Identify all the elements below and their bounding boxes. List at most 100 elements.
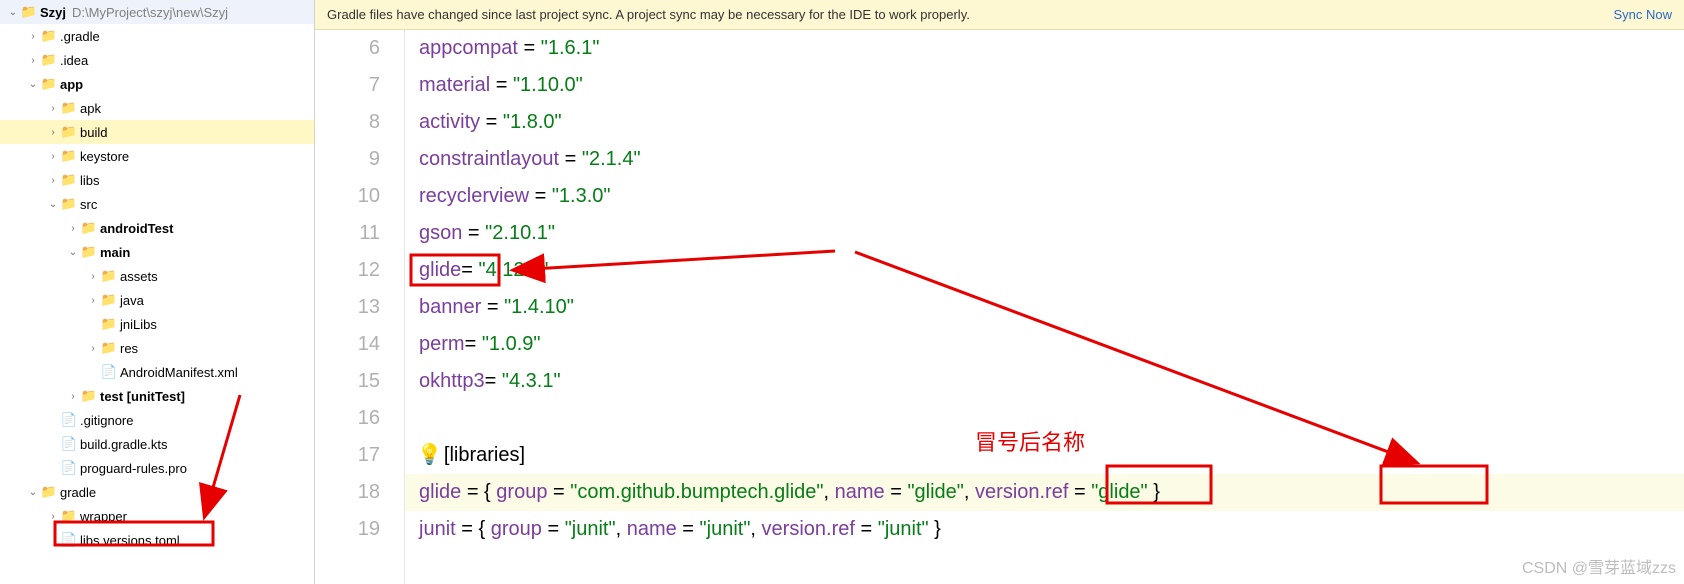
tree-item-androidmanifest-xml[interactable]: 📄AndroidManifest.xml: [0, 360, 314, 384]
tree-item-libs-versions-toml[interactable]: 📄libs.versions.toml: [0, 528, 314, 552]
tree-item-jnilibs[interactable]: 📁jniLibs: [0, 312, 314, 336]
code-line-13[interactable]: banner = "1.4.10": [405, 289, 1684, 326]
folder-y-icon: 📁: [60, 124, 78, 140]
tree-item-gradle[interactable]: ⌄📁gradle: [0, 480, 314, 504]
line-number: 19: [315, 511, 380, 548]
tree-item-app[interactable]: ⌄📁app: [0, 72, 314, 96]
expand-arrow-icon[interactable]: ⌄: [26, 79, 40, 90]
tree-item-main[interactable]: ⌄📁main: [0, 240, 314, 264]
tree-item--idea[interactable]: ›📁.idea: [0, 48, 314, 72]
token-str: "2.1.4": [582, 148, 641, 170]
tree-item-proguard-rules-pro[interactable]: 📄proguard-rules.pro: [0, 456, 314, 480]
code-line-16[interactable]: [405, 400, 1684, 437]
code-line-15[interactable]: okhttp3= "4.3.1": [405, 363, 1684, 400]
tree-label: androidTest: [98, 221, 173, 236]
tree-item-test-unittest-[interactable]: ›📁test [unitTest]: [0, 384, 314, 408]
expand-arrow-icon[interactable]: ⌄: [26, 487, 40, 498]
line-number: 10: [315, 178, 380, 215]
code-line-7[interactable]: material = "1.10.0": [405, 67, 1684, 104]
expand-arrow-icon[interactable]: ›: [86, 343, 100, 354]
code-line-11[interactable]: gson = "2.10.1": [405, 215, 1684, 252]
code-line-10[interactable]: recyclerview = "1.3.0": [405, 178, 1684, 215]
tree-item-src[interactable]: ⌄📁src: [0, 192, 314, 216]
line-number: 18: [315, 474, 380, 511]
tree-item-keystore[interactable]: ›📁keystore: [0, 144, 314, 168]
folder-ap-icon: 📁: [40, 76, 58, 92]
tree-label: build: [78, 125, 107, 140]
tree-item-wrapper[interactable]: ›📁wrapper: [0, 504, 314, 528]
tree-label: src: [78, 197, 97, 212]
token-op: }: [1148, 481, 1160, 503]
folder-icon: 📁: [100, 316, 118, 332]
expand-arrow-icon[interactable]: ›: [86, 295, 100, 306]
token-str: "com.github.bumptech.glide": [570, 481, 823, 503]
project-tree[interactable]: ⌄📁SzyjD:\MyProject\szyj\new\Szyj›📁.gradl…: [0, 0, 315, 584]
token-prop: name: [835, 481, 885, 503]
token-prop: appcompat: [419, 37, 518, 59]
tree-item-build[interactable]: ›📁build: [0, 120, 314, 144]
token-prop: junit: [419, 518, 456, 540]
expand-arrow-icon[interactable]: ›: [46, 151, 60, 162]
token-str: "glide": [907, 481, 963, 503]
expand-arrow-icon[interactable]: ›: [66, 391, 80, 402]
code-line-17[interactable]: 💡[libraries]: [405, 437, 1684, 474]
tree-item-androidtest[interactable]: ›📁androidTest: [0, 216, 314, 240]
folder-icon: 📁: [100, 292, 118, 308]
expand-arrow-icon[interactable]: ⌄: [66, 247, 80, 258]
code-editor[interactable]: 678910111213141516171819 appcompat = "1.…: [315, 30, 1684, 584]
code-line-14[interactable]: perm= "1.0.9": [405, 326, 1684, 363]
tree-item-build-gradle-kts[interactable]: 📄build.gradle.kts: [0, 432, 314, 456]
token-str: "2.10.1": [485, 222, 555, 244]
token-sect: [libraries]: [444, 444, 525, 466]
file-g-icon: 📄: [60, 460, 78, 476]
token-str: "1.6.1": [541, 37, 600, 59]
expand-arrow-icon[interactable]: ›: [46, 511, 60, 522]
code-line-19[interactable]: junit = { group = "junit", name = "junit…: [405, 511, 1684, 548]
tree-item-apk[interactable]: ›📁apk: [0, 96, 314, 120]
line-number: 8: [315, 104, 380, 141]
code-line-8[interactable]: activity = "1.8.0": [405, 104, 1684, 141]
code-content[interactable]: appcompat = "1.6.1"material = "1.10.0"ac…: [405, 30, 1684, 584]
expand-arrow-icon[interactable]: ›: [86, 271, 100, 282]
token-op: =: [518, 37, 541, 59]
banner-text: Gradle files have changed since last pro…: [327, 7, 970, 22]
folder-y-icon: 📁: [40, 28, 58, 44]
file-kt-icon: 📄: [60, 436, 78, 452]
token-prop: name: [627, 518, 677, 540]
code-line-18[interactable]: glide = { group = "com.github.bumptech.g…: [405, 474, 1684, 511]
tree-item-java[interactable]: ›📁java: [0, 288, 314, 312]
tree-item-szyj[interactable]: ⌄📁SzyjD:\MyProject\szyj\new\Szyj: [0, 0, 314, 24]
file-g-icon: 📄: [60, 412, 78, 428]
file-toml-icon: 📄: [60, 532, 78, 548]
expand-arrow-icon[interactable]: ⌄: [6, 7, 20, 18]
token-op: ,: [964, 481, 975, 503]
token-op: ,: [750, 518, 761, 540]
expand-arrow-icon[interactable]: ›: [26, 31, 40, 42]
bulb-icon[interactable]: 💡: [417, 444, 442, 466]
tree-item--gradle[interactable]: ›📁.gradle: [0, 24, 314, 48]
tree-label: AndroidManifest.xml: [118, 365, 238, 380]
expand-arrow-icon[interactable]: ›: [66, 223, 80, 234]
token-op: = {: [461, 481, 496, 503]
token-op: =: [547, 481, 570, 503]
code-line-6[interactable]: appcompat = "1.6.1": [405, 30, 1684, 67]
token-prop: recyclerview: [419, 185, 529, 207]
expand-arrow-icon[interactable]: ›: [46, 127, 60, 138]
expand-arrow-icon[interactable]: ⌄: [46, 199, 60, 210]
tree-item-res[interactable]: ›📁res: [0, 336, 314, 360]
token-str: "junit": [700, 518, 751, 540]
token-op: ,: [823, 481, 834, 503]
token-op: =: [855, 518, 878, 540]
tree-label: assets: [118, 269, 158, 284]
tree-item-assets[interactable]: ›📁assets: [0, 264, 314, 288]
code-line-9[interactable]: constraintlayout = "2.1.4": [405, 141, 1684, 178]
tree-label: res: [118, 341, 138, 356]
expand-arrow-icon[interactable]: ›: [26, 55, 40, 66]
token-prop: group: [491, 518, 542, 540]
sync-now-link[interactable]: Sync Now: [1613, 7, 1672, 22]
tree-item-libs[interactable]: ›📁libs: [0, 168, 314, 192]
expand-arrow-icon[interactable]: ›: [46, 103, 60, 114]
expand-arrow-icon[interactable]: ›: [46, 175, 60, 186]
tree-item--gitignore[interactable]: 📄.gitignore: [0, 408, 314, 432]
code-line-12[interactable]: glide= "4.12.0": [405, 252, 1684, 289]
